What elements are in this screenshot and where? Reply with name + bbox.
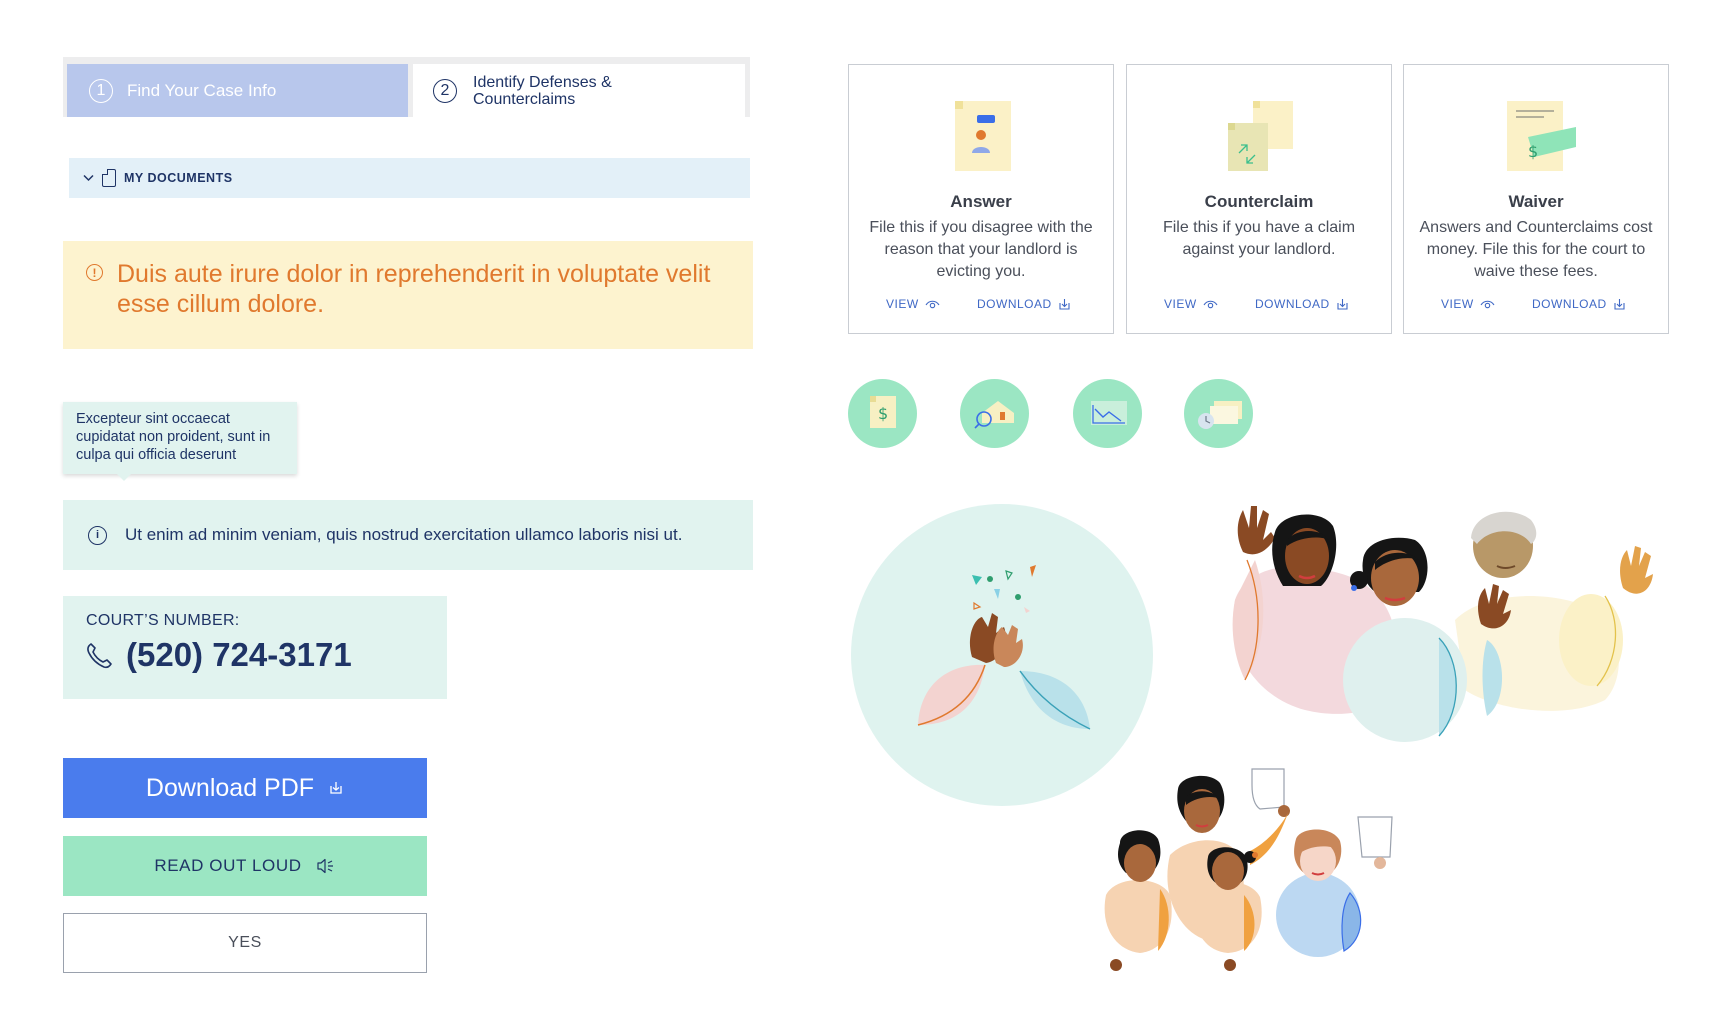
phone-icon <box>87 643 112 669</box>
info-circle-icon: i <box>88 525 107 545</box>
court-number-box: COURT’S NUMBER: (520) 724-3171 <box>63 596 447 699</box>
download-icon <box>1614 298 1625 310</box>
document-icon <box>101 168 116 187</box>
download-label: DOWNLOAD <box>1255 297 1330 311</box>
tooltip-arrow <box>117 474 131 481</box>
view-label: VIEW <box>1164 297 1197 311</box>
svg-text:$: $ <box>1528 142 1538 161</box>
money-document-icon: $ <box>848 379 917 448</box>
view-link[interactable]: VIEW <box>886 297 940 311</box>
yes-label: YES <box>228 934 262 951</box>
waiver-money-icon: $ <box>1507 101 1576 171</box>
chart-down-icon <box>1073 379 1142 448</box>
view-label: VIEW <box>886 297 919 311</box>
card-description: File this if you disagree with the reaso… <box>869 219 1093 280</box>
card-title: Waiver <box>1508 192 1564 211</box>
read-out-loud-label: READ OUT LOUD <box>154 856 302 875</box>
card-title: Answer <box>950 192 1012 211</box>
eye-icon <box>1480 300 1495 308</box>
clock-screen-icon <box>1184 379 1253 448</box>
view-label: VIEW <box>1441 297 1474 311</box>
warning-text: Duis aute irure dolor in reprehenderit i… <box>117 260 711 318</box>
card-description: Answers and Counterclaims cost money. Fi… <box>1419 219 1653 280</box>
step-number: 2 <box>433 78 457 103</box>
info-alert: i Ut enim ad minim veniam, quis nostrud … <box>63 500 753 570</box>
counterclaim-documents-icon <box>1228 101 1293 171</box>
my-documents-toggle[interactable]: MY DOCUMENTS <box>69 158 750 198</box>
tooltip-text: Excepteur sint occaecat cupidatat non pr… <box>76 411 271 463</box>
download-link[interactable]: DOWNLOAD <box>1255 297 1349 311</box>
card-waiver: $ Waiver Answers and Counterclaims cost … <box>1403 64 1669 334</box>
exclamation-circle-icon: ! <box>86 264 103 281</box>
card-description: File this if you have a claim against yo… <box>1162 219 1356 258</box>
court-phone-number[interactable]: (520) 724-3171 <box>126 636 352 674</box>
people-waving-illustration <box>1232 506 1653 742</box>
tooltip: Excepteur sint occaecat cupidatat non pr… <box>63 402 297 481</box>
download-pdf-label: Download PDF <box>145 773 315 802</box>
chevron-down-icon <box>83 171 94 185</box>
view-link[interactable]: VIEW <box>1164 297 1218 311</box>
svg-text:$: $ <box>878 404 888 423</box>
download-icon <box>1337 298 1348 310</box>
card-answer: Answer File this if you disagree with th… <box>848 64 1114 334</box>
step-label: Find Your Case Info <box>127 80 277 100</box>
court-number-label: COURT’S NUMBER: <box>86 612 240 629</box>
step-number: 1 <box>89 78 113 103</box>
step-label: Identify Defenses & Counterclaims <box>473 73 612 108</box>
download-icon <box>330 782 342 794</box>
house-search-icon <box>960 379 1029 448</box>
eye-icon <box>925 300 940 308</box>
download-icon <box>1059 298 1070 310</box>
card-counterclaim: Counterclaim File this if you have a cla… <box>1126 64 1392 334</box>
download-pdf-button[interactable]: Download PDF <box>63 758 427 818</box>
download-link[interactable]: DOWNLOAD <box>1532 297 1626 311</box>
step-find-case-info[interactable]: 1 Find Your Case Info <box>67 64 408 117</box>
answer-document-icon <box>955 101 1011 171</box>
yes-button[interactable]: YES <box>63 913 427 973</box>
step-identify-defenses[interactable]: 2 Identify Defenses & Counterclaims <box>413 64 745 117</box>
info-text: Ut enim ad minim veniam, quis nostrud ex… <box>125 525 683 544</box>
card-title: Counterclaim <box>1204 192 1314 211</box>
warning-alert: ! Duis aute irure dolor in reprehenderit… <box>63 241 753 349</box>
read-out-loud-button[interactable]: READ OUT LOUD <box>63 836 427 896</box>
my-documents-label: MY DOCUMENTS <box>124 171 233 185</box>
eye-icon <box>1203 300 1218 308</box>
celebration-illustration <box>851 504 1153 806</box>
download-link[interactable]: DOWNLOAD <box>977 297 1071 311</box>
speaker-icon <box>317 858 333 874</box>
view-link[interactable]: VIEW <box>1441 297 1495 311</box>
download-label: DOWNLOAD <box>977 297 1052 311</box>
download-label: DOWNLOAD <box>1532 297 1607 311</box>
family-papers-illustration <box>1104 768 1393 971</box>
